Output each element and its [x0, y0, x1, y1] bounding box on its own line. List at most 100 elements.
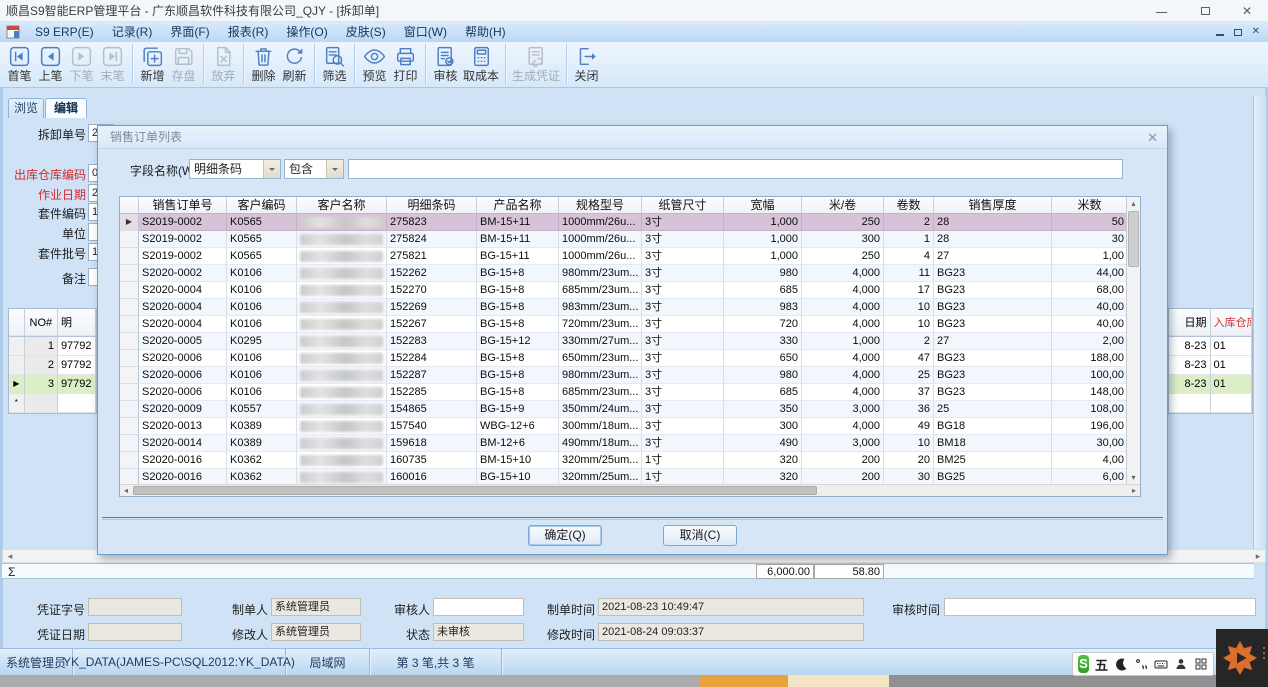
chevron-down-icon[interactable] — [263, 160, 280, 178]
table-row[interactable]: 197792 — [9, 337, 96, 356]
toolbar-button-first-record[interactable]: 首笔 — [4, 43, 35, 84]
table-row[interactable]: S2020-0013K0389157540WBG-12+6300mm/18um.… — [120, 418, 1140, 435]
mdi-restore-icon[interactable] — [1234, 29, 1242, 36]
restore-icon[interactable] — [1190, 0, 1220, 22]
table-row[interactable]: 8-2301 — [1169, 337, 1252, 356]
menu-item-0[interactable]: S9 ERP(E) — [26, 22, 103, 42]
table-row[interactable]: 8-2301 — [1169, 356, 1252, 375]
toolbar-button-audit[interactable]: 审核 — [430, 43, 461, 84]
column-header-2[interactable]: 客户名称 — [297, 197, 387, 214]
menu-item-3[interactable]: 报表(R) — [219, 22, 278, 42]
scroll-up-icon[interactable]: ▴ — [1127, 197, 1140, 210]
moon-icon[interactable] — [1114, 657, 1128, 671]
column-header-11[interactable]: 米数 — [1052, 197, 1128, 214]
table-row[interactable] — [1169, 394, 1252, 413]
table-row[interactable]: S2020-0014K0389159618BM-12+6490mm/18um..… — [120, 435, 1140, 452]
scroll-left-icon[interactable]: ◂ — [120, 485, 132, 496]
table-row[interactable]: S2020-0005K0295152283BG-15+12330mm/27um.… — [120, 333, 1140, 350]
toolbar-button-delete[interactable]: 删除 — [248, 43, 279, 84]
dialog-close-icon[interactable]: ✕ — [1147, 126, 1158, 149]
column-header-6[interactable]: 纸管尺寸 — [642, 197, 724, 214]
person-icon[interactable] — [1174, 657, 1188, 671]
table-row[interactable]: S2020-0004K0106152270BG-15+8685mm/23um..… — [120, 282, 1140, 299]
column-header-0[interactable]: 销售订单号 — [139, 197, 227, 214]
menu-item-5[interactable]: 皮肤(S) — [337, 22, 395, 42]
voucher-no-field[interactable] — [88, 598, 182, 616]
mdi-close-icon[interactable]: ✕ — [1252, 22, 1260, 42]
cell: 980mm/23um... — [559, 265, 642, 282]
chevron-down-icon[interactable] — [326, 160, 343, 178]
column-header-warehouse[interactable]: 入库仓库 — [1211, 309, 1253, 336]
tab-edit[interactable]: 编辑 — [45, 98, 87, 118]
column-header-date[interactable]: 日期 — [1169, 309, 1211, 336]
column-header-8[interactable]: 米/卷 — [802, 197, 884, 214]
table-row[interactable]: S2020-0004K0106152269BG-15+8983mm/23um..… — [120, 299, 1140, 316]
column-header-3[interactable]: 明细条码 — [387, 197, 477, 214]
menu-item-6[interactable]: 窗口(W) — [395, 22, 456, 42]
toolbar-button-refresh[interactable]: 刷新 — [279, 43, 310, 84]
row-indicator: * — [9, 394, 25, 413]
table-row[interactable]: S2019-0002K0565275821BG-15+111000mm/26u.… — [120, 248, 1140, 265]
table-row[interactable]: * — [9, 394, 96, 413]
ok-button[interactable]: 确定(Q) — [528, 525, 602, 546]
column-header-4[interactable]: 产品名称 — [477, 197, 559, 214]
grid-icon[interactable] — [1194, 657, 1208, 671]
table-row[interactable]: ▶S2019-0002K0565275823BM-15+111000mm/26u… — [120, 214, 1140, 231]
column-header-9[interactable]: 卷数 — [884, 197, 934, 214]
toolbar-button-prev-record[interactable]: 上笔 — [35, 43, 66, 84]
menu-item-1[interactable]: 记录(R) — [103, 22, 162, 42]
column-header-1[interactable]: 客户编码 — [227, 197, 297, 214]
cell: 40,00 — [1052, 299, 1128, 316]
grid-vertical-scrollbar[interactable]: ▴ ▾ — [1126, 197, 1140, 484]
table-row[interactable]: S2020-0006K0106152284BG-15+8650mm/23um..… — [120, 350, 1140, 367]
menu-item-4[interactable]: 操作(O) — [277, 22, 336, 42]
punctuation-icon[interactable] — [1134, 657, 1148, 671]
toolbar-button-exit[interactable]: 关闭 — [571, 43, 602, 84]
scroll-left-icon[interactable]: ◂ — [3, 550, 17, 562]
field-select[interactable]: 明细条码 — [189, 159, 281, 179]
column-header-5[interactable]: 规格型号 — [559, 197, 642, 214]
sogou-icon[interactable]: S — [1078, 655, 1089, 673]
toolbar-button-cost[interactable]: 取成本 — [461, 43, 501, 84]
grid-horizontal-scrollbar[interactable]: ◂ ▸ — [120, 484, 1140, 496]
table-row[interactable]: S2020-0009K0557154865BG-15+9350mm/24um..… — [120, 401, 1140, 418]
scroll-right-icon[interactable]: ▸ — [1251, 550, 1265, 562]
scrollbar-thumb[interactable] — [1128, 211, 1139, 267]
table-row[interactable]: S2020-0002K0106152262BG-15+8980mm/23um..… — [120, 265, 1140, 282]
keyboard-icon[interactable] — [1154, 657, 1168, 671]
menu-item-2[interactable]: 界面(F) — [161, 22, 218, 42]
scroll-down-icon[interactable]: ▾ — [1127, 471, 1140, 484]
search-input[interactable] — [348, 159, 1123, 179]
minimize-icon[interactable] — [1146, 0, 1176, 22]
toolbar-button-preview[interactable]: 预览 — [359, 43, 390, 84]
cancel-button[interactable]: 取消(C) — [663, 525, 737, 546]
column-header-7[interactable]: 宽幅 — [724, 197, 802, 214]
table-row[interactable]: S2020-0004K0106152267BG-15+8720mm/23um..… — [120, 316, 1140, 333]
tab-browse[interactable]: 浏览 — [8, 98, 44, 118]
table-row[interactable]: S2019-0002K0565275824BM-15+111000mm/26u.… — [120, 231, 1140, 248]
cell: 44,00 — [1052, 265, 1128, 282]
table-row[interactable]: S2020-0006K0106152285BG-15+8685mm/23um..… — [120, 384, 1140, 401]
scrollbar-thumb[interactable] — [133, 486, 817, 495]
column-header-detail[interactable]: 明 — [58, 309, 96, 336]
menu-item-7[interactable]: 帮助(H) — [456, 22, 515, 42]
app-badge[interactable] — [1216, 629, 1268, 687]
toolbar-button-filter[interactable]: 筛选 — [319, 43, 350, 84]
table-row[interactable]: S2020-0016K0362160735BM-15+10320mm/25um.… — [120, 452, 1140, 469]
scroll-right-icon[interactable]: ▸ — [1128, 485, 1140, 496]
table-row[interactable]: S2020-0006K0106152287BG-15+8980mm/23um..… — [120, 367, 1140, 384]
operator-select[interactable]: 包含 — [284, 159, 344, 179]
main-vertical-scrollbar[interactable] — [1253, 96, 1266, 556]
toolbar-button-add[interactable]: 新增 — [137, 43, 168, 84]
column-header-no[interactable]: NO# — [25, 309, 58, 336]
mdi-minimize-icon[interactable] — [1216, 34, 1224, 36]
table-row[interactable]: ▶397792 — [9, 375, 96, 394]
voucher-date-field[interactable] — [88, 623, 182, 641]
redacted-customer-name — [300, 421, 383, 432]
table-row[interactable]: 297792 — [9, 356, 96, 375]
column-header-10[interactable]: 销售厚度 — [934, 197, 1052, 214]
toolbar-button-print[interactable]: 打印 — [390, 43, 421, 84]
close-icon[interactable]: ✕ — [1232, 0, 1262, 22]
ime-mode-wubi[interactable]: 五 — [1095, 655, 1108, 674]
table-row[interactable]: 8-2301 — [1169, 375, 1252, 394]
